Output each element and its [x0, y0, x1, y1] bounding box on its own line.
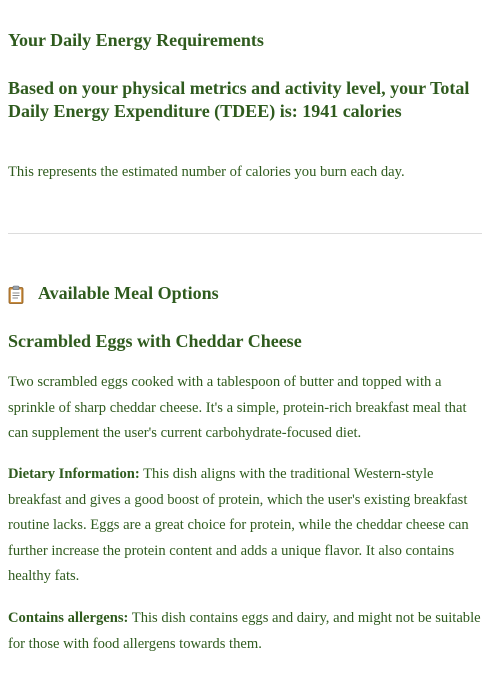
page: Your Daily Energy Requirements Based on … — [0, 0, 496, 681]
section-divider — [8, 233, 482, 234]
tdee-statement: Based on your physical metrics and activ… — [8, 78, 470, 121]
energy-heading: Your Daily Energy Requirements — [8, 30, 264, 50]
dish-name: Scrambled Eggs with Cheddar Cheese — [8, 331, 302, 351]
allergen-label: Contains allergens: — [8, 610, 129, 626]
dietary-information: Dietary Information: This dish aligns wi… — [8, 462, 486, 590]
dietary-text: This dish aligns with the traditional We… — [8, 466, 469, 584]
meal-options-heading: Available Meal Options — [8, 283, 219, 304]
energy-description: This represents the estimated number of … — [8, 164, 405, 180]
dietary-label: Dietary Information: — [8, 466, 140, 482]
meal-options-title: Available Meal Options — [38, 283, 219, 303]
dish-description: Two scrambled eggs cooked with a tablesp… — [8, 374, 467, 441]
allergen-information: Contains allergens: This dish contains e… — [8, 606, 486, 657]
clipboard-icon — [8, 285, 24, 304]
